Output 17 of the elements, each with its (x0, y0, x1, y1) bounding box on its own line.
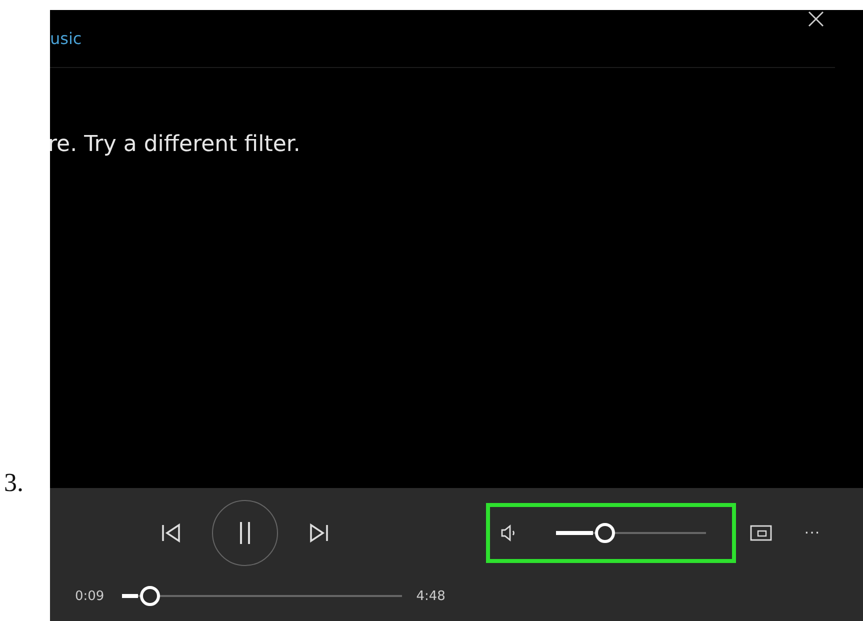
step-number: 3. (4, 468, 24, 497)
cast-icon[interactable] (750, 525, 772, 541)
music-link[interactable]: usic (50, 29, 82, 48)
pause-button[interactable] (212, 500, 278, 566)
previous-icon (160, 522, 182, 544)
current-time: 0:09 (75, 588, 104, 604)
volume-icon[interactable] (500, 524, 516, 542)
previous-button[interactable] (160, 522, 182, 544)
pause-icon (237, 520, 253, 546)
next-button[interactable] (308, 522, 330, 544)
empty-message: re. Try a different filter. (50, 132, 302, 157)
seek-thumb[interactable] (140, 586, 160, 606)
next-icon (308, 522, 330, 544)
more-button[interactable]: ··· (804, 524, 820, 542)
close-icon[interactable] (807, 10, 825, 28)
volume-thumb[interactable] (595, 523, 615, 543)
total-time: 4:48 (416, 588, 446, 604)
